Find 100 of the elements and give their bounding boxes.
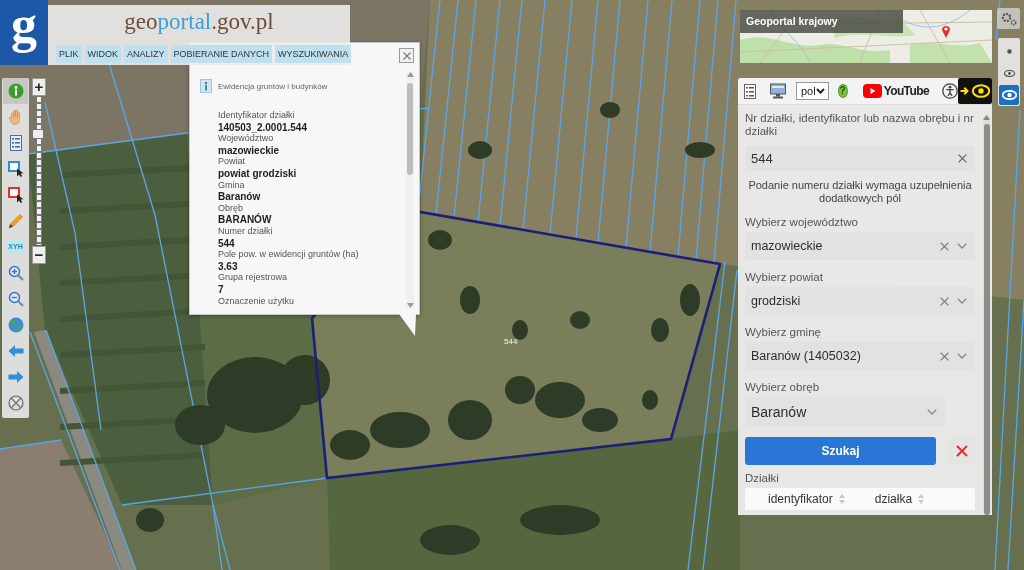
scrollbar-thumb[interactable] bbox=[407, 83, 413, 175]
scroll-down-icon bbox=[406, 303, 414, 308]
help-button[interactable]: ? bbox=[837, 84, 848, 98]
tree-clump bbox=[420, 525, 480, 555]
search-input[interactable]: 544 bbox=[745, 146, 975, 171]
field-label: Gmina bbox=[218, 179, 245, 192]
select-field[interactable]: mazowieckie bbox=[745, 232, 975, 260]
settings-button[interactable] bbox=[997, 8, 1020, 29]
zoom-out-icon bbox=[7, 291, 24, 307]
field-value: 544 bbox=[218, 237, 235, 250]
select-field[interactable]: Baranów bbox=[745, 397, 945, 426]
zoom-in-button[interactable]: + bbox=[32, 78, 46, 96]
tree-clump bbox=[460, 286, 480, 314]
menu-button[interactable]: ANALIZY bbox=[124, 45, 168, 63]
menu-button[interactable]: POBIERANIE DANYCH bbox=[170, 45, 273, 63]
field-label: Oznaczenie użytku bbox=[218, 295, 295, 308]
zoom-out-button[interactable]: − bbox=[32, 246, 46, 264]
field-value: BARANÓW bbox=[218, 214, 272, 226]
field-label: Nr działki, identyfikator lub nazwa obrębu i nr działki bbox=[745, 112, 975, 138]
tree-clump bbox=[512, 320, 528, 340]
accessibility-icon bbox=[942, 83, 958, 99]
pencil-icon bbox=[7, 213, 24, 229]
field-label: Obręb bbox=[218, 202, 243, 213]
parcel-number-label: 544 bbox=[504, 337, 518, 346]
field-label: Wybierz obręb bbox=[745, 380, 821, 394]
tree-clump bbox=[680, 284, 700, 316]
field-label: Numer działki bbox=[218, 225, 273, 238]
location-pin-icon bbox=[941, 24, 951, 38]
info-icon bbox=[7, 83, 24, 99]
field-value: 3.63 bbox=[218, 260, 238, 273]
field-label: Województwo bbox=[218, 133, 274, 145]
parcel-boundary-line bbox=[995, 0, 1001, 41]
tree-clump bbox=[448, 400, 492, 440]
select-field[interactable]: grodziski bbox=[745, 287, 975, 315]
chevron-down-icon bbox=[957, 298, 967, 304]
results-label: Działki bbox=[745, 471, 780, 485]
list-icon bbox=[744, 83, 756, 99]
chevron-down-icon bbox=[927, 408, 937, 415]
dot-icon bbox=[1006, 48, 1012, 54]
logo-mark: g bbox=[0, 0, 48, 65]
caret-down-icon bbox=[815, 88, 825, 94]
field-label: Wybierz województwo bbox=[745, 215, 860, 229]
field-value: mazowieckie bbox=[218, 144, 280, 157]
play-icon bbox=[862, 84, 882, 98]
close-icon bbox=[402, 51, 411, 60]
gears-icon bbox=[1000, 11, 1017, 26]
field-label: Pole pow. w ewidencji gruntów (ha) bbox=[218, 249, 359, 261]
scroll-up-icon bbox=[406, 72, 414, 77]
site-title: geoportal.gov.pl bbox=[124, 9, 274, 35]
tree-clump bbox=[651, 318, 669, 342]
field-value: 140503_2.0001.544 bbox=[218, 121, 307, 134]
tree-clump bbox=[570, 311, 590, 329]
info-icon bbox=[200, 79, 212, 93]
video-link[interactable]: YouTube bbox=[862, 84, 929, 98]
arrow-left-icon bbox=[7, 343, 24, 359]
field-label: Wybierz gminę bbox=[745, 325, 822, 339]
sort-icon bbox=[918, 494, 925, 504]
field-label: Wybierz powiat bbox=[745, 270, 824, 284]
field-value: powiat grodziski bbox=[218, 167, 297, 180]
tree-clump bbox=[600, 102, 620, 118]
eye-icon bbox=[1001, 90, 1017, 100]
view-button[interactable] bbox=[999, 85, 1019, 105]
close-button[interactable] bbox=[399, 48, 414, 63]
zoom-in-icon bbox=[7, 265, 24, 281]
hint-text: Podanie numeru działki wymaga uzupełnienia dodatkowych pól bbox=[747, 179, 973, 205]
select-field[interactable]: Baranów (1405032) bbox=[745, 342, 975, 370]
clear-icon bbox=[940, 351, 949, 361]
menu-button[interactable]: WYSZUKIWANIA bbox=[275, 45, 352, 63]
column-header[interactable]: identyfikator bbox=[768, 492, 845, 506]
monitor-icon bbox=[770, 83, 786, 99]
chevron-down-icon bbox=[957, 243, 967, 249]
language-select[interactable]: pol bbox=[796, 82, 829, 100]
overview-map-title: Geoportal krajowy bbox=[740, 10, 903, 33]
zoom-slider-thumb[interactable] bbox=[32, 128, 44, 139]
list-icon bbox=[7, 135, 24, 151]
accessibility-button[interactable] bbox=[942, 83, 958, 99]
tree-clump bbox=[136, 508, 164, 532]
search-button[interactable]: Szukaj bbox=[745, 437, 936, 465]
arrow-and-eye-icon bbox=[960, 84, 990, 98]
scroll-up-icon bbox=[983, 115, 990, 120]
field-label: Identyfikator działki bbox=[218, 110, 295, 122]
menu-button[interactable]: PLIK bbox=[56, 45, 82, 63]
clear-icon bbox=[940, 296, 949, 306]
tree-clump bbox=[468, 141, 492, 159]
field-value: 7 bbox=[218, 283, 224, 296]
close-icon bbox=[955, 445, 968, 457]
reset-button[interactable] bbox=[948, 437, 975, 465]
tree-clump bbox=[428, 230, 452, 250]
chevron-down-icon bbox=[957, 353, 967, 359]
selection-cursor-icon bbox=[7, 187, 24, 203]
clear-icon bbox=[958, 154, 967, 163]
menu-button[interactable]: WIDOK bbox=[84, 45, 121, 63]
popup-title: Ewidencja gruntów i budynków bbox=[218, 81, 328, 91]
tree-clump bbox=[685, 142, 715, 158]
column-header[interactable]: działka bbox=[874, 492, 925, 506]
eye-icon bbox=[1003, 69, 1015, 77]
field-label: Grupa rejestrowa bbox=[218, 272, 288, 284]
contrast-button[interactable] bbox=[958, 78, 992, 104]
layers-button[interactable] bbox=[744, 83, 756, 99]
monitor-button[interactable] bbox=[770, 83, 786, 99]
